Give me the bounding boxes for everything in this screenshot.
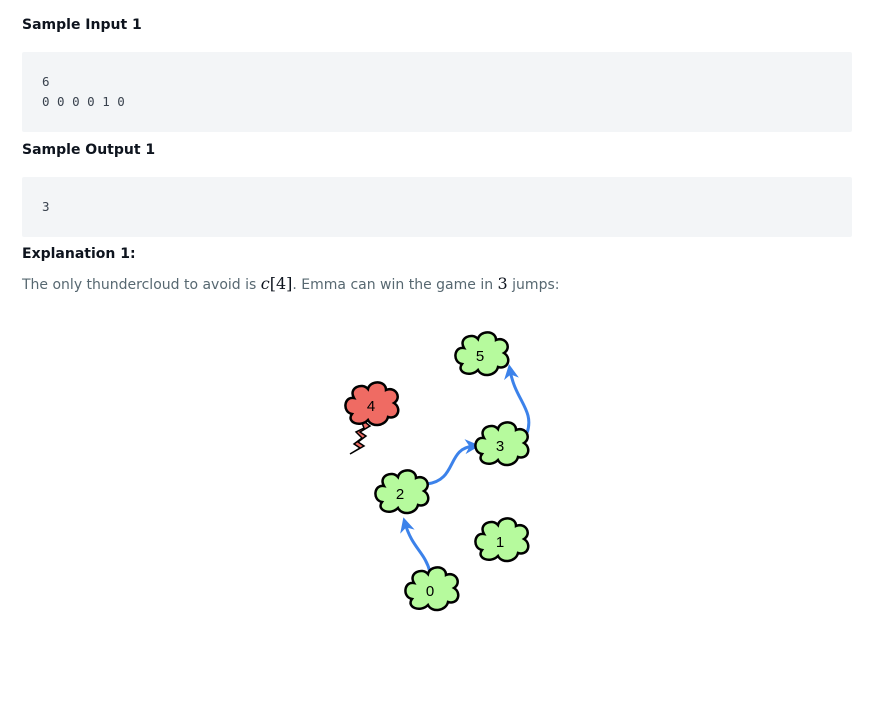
cloud-1-label: 1 bbox=[496, 534, 504, 551]
cloud-3: 3 bbox=[474, 421, 530, 467]
cloud-5: 5 bbox=[454, 331, 510, 377]
cloud-2-label: 2 bbox=[396, 486, 404, 503]
cloud-3-label: 3 bbox=[496, 438, 504, 455]
jumping-clouds-diagram: 5 4 3 2 1 0 bbox=[344, 331, 531, 612]
cloud-4: 4 bbox=[344, 381, 400, 455]
cloud-2: 2 bbox=[374, 469, 430, 515]
cloud-0: 0 bbox=[404, 566, 460, 612]
cloud-0-label: 0 bbox=[426, 583, 434, 600]
cloud-4-label: 4 bbox=[367, 398, 375, 415]
jump-arrow-2-3 bbox=[426, 439, 480, 486]
cloud-1: 1 bbox=[474, 517, 530, 563]
problem-content: Sample Input 1 6 0 0 0 0 1 0 Sample Outp… bbox=[0, 0, 872, 717]
cloud-5-label: 5 bbox=[476, 348, 484, 365]
jump-arrow-0-2 bbox=[400, 517, 432, 573]
